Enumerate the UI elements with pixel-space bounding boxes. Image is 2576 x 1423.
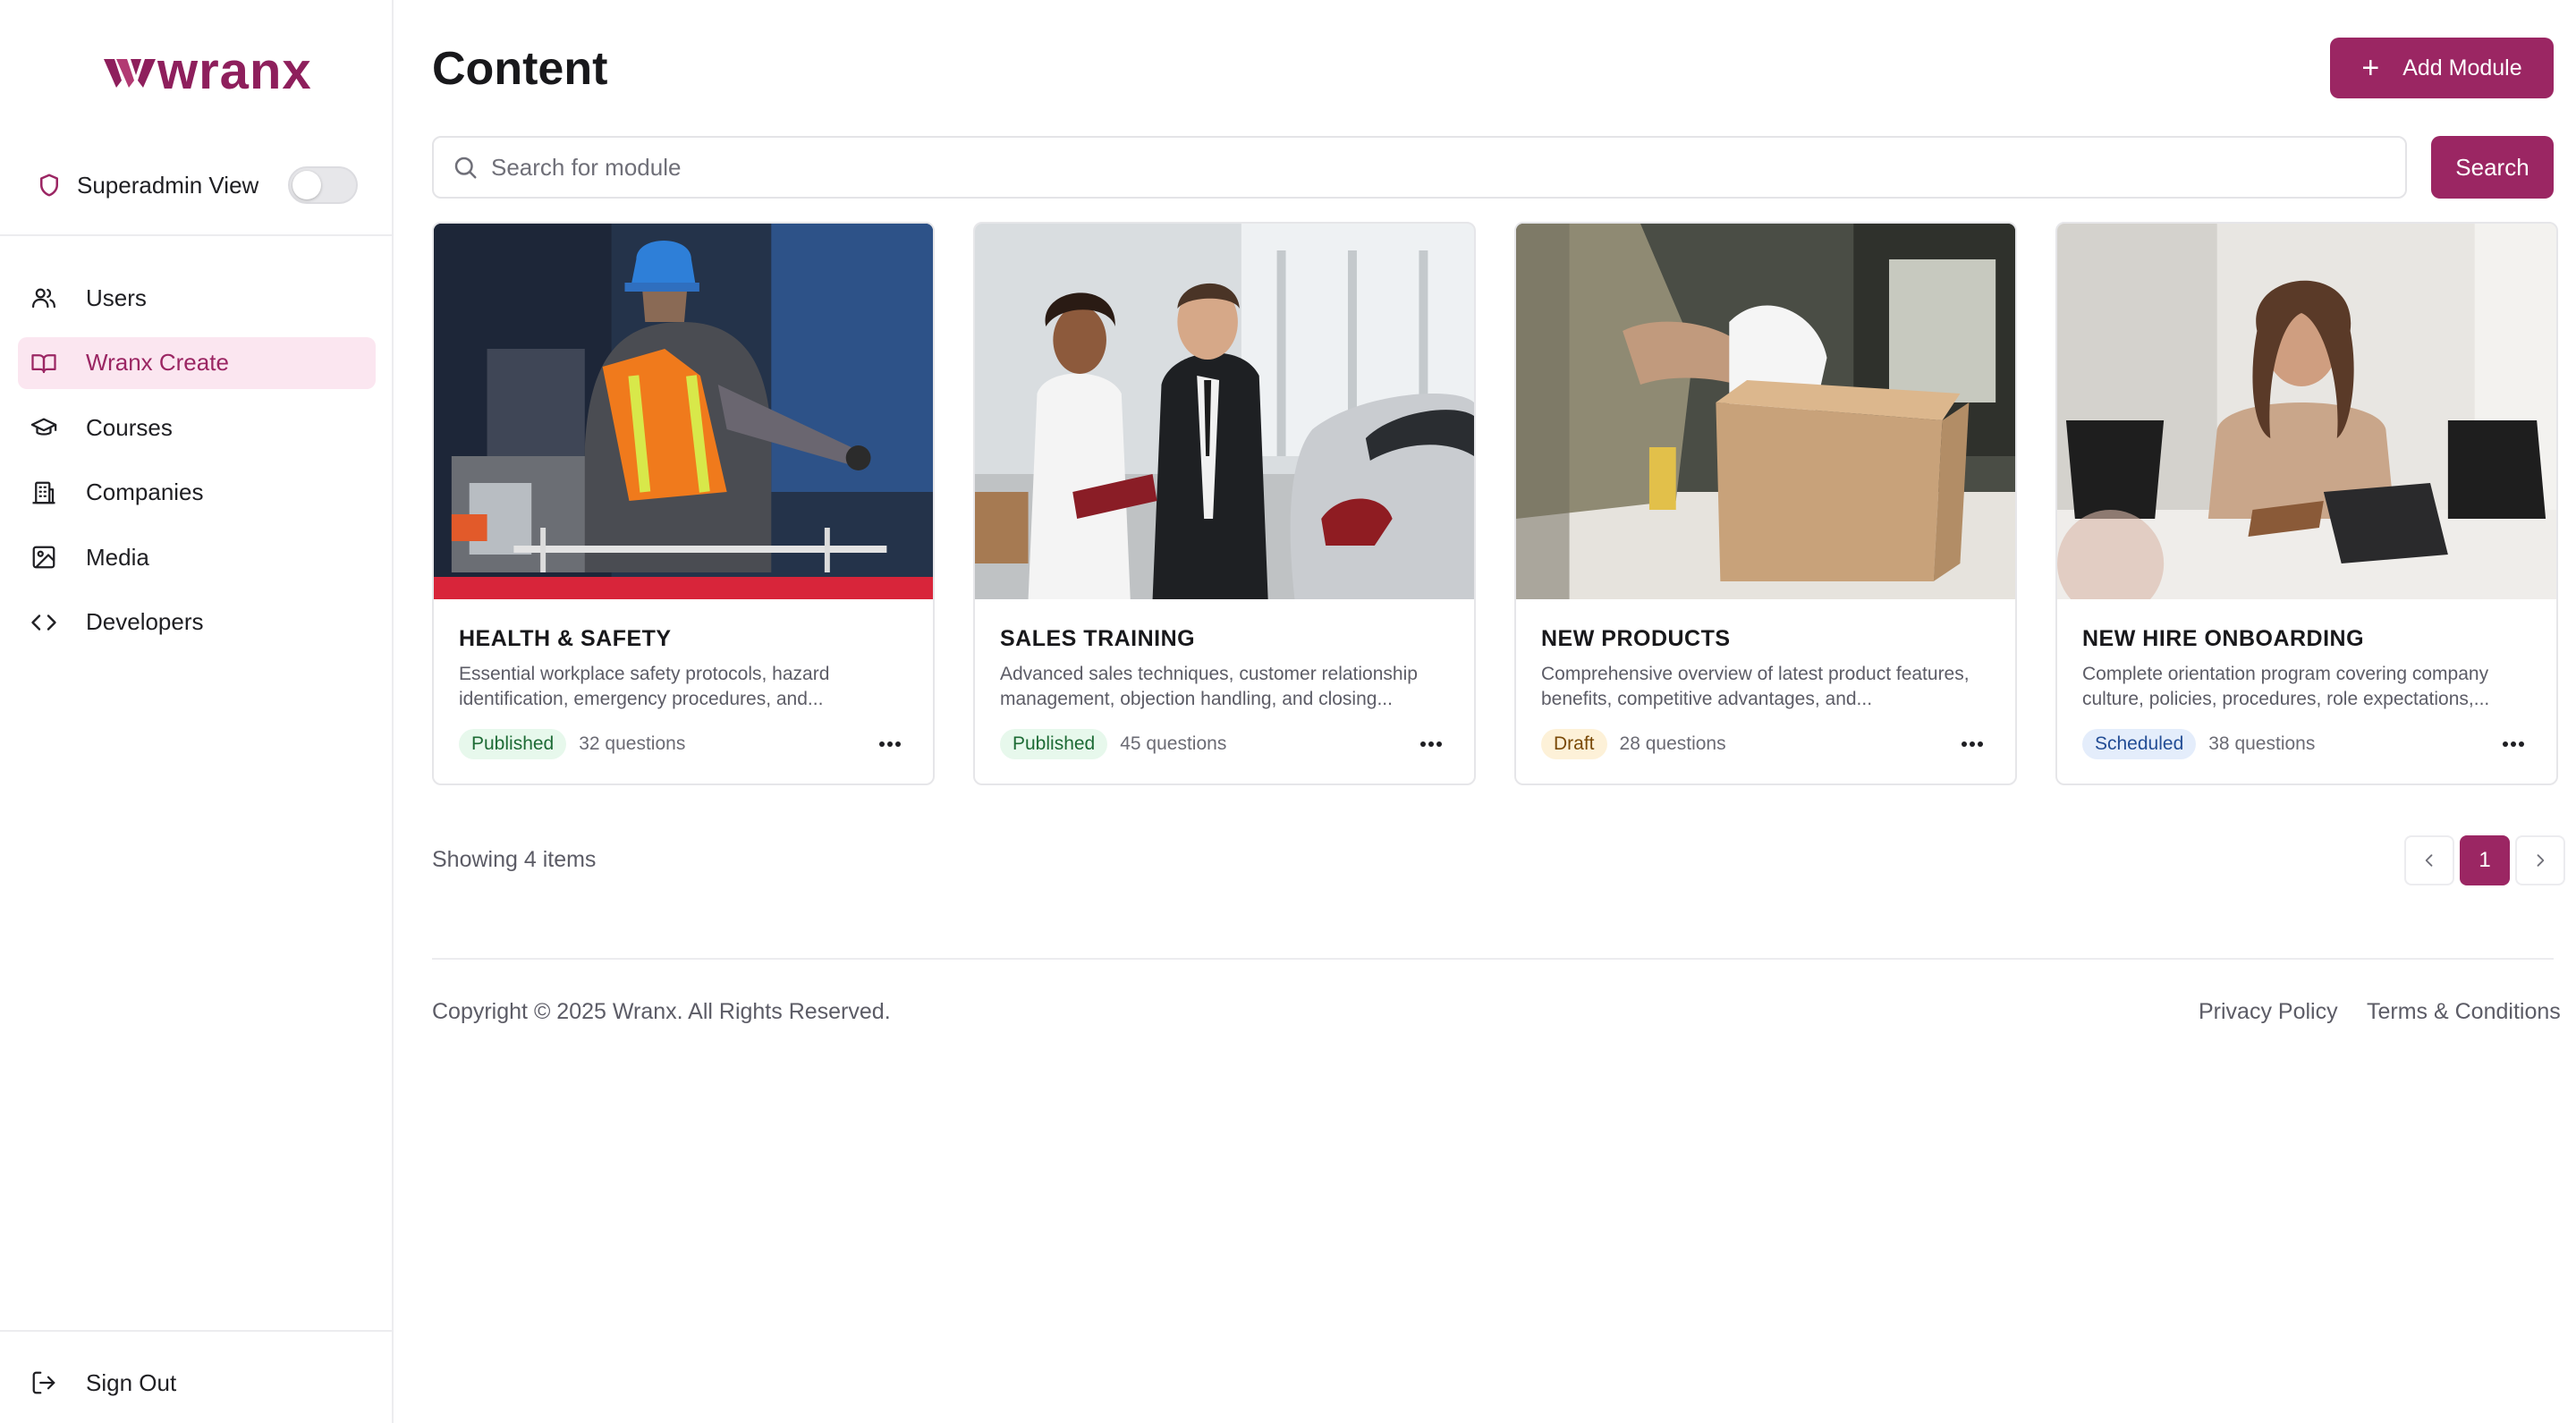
sidebar-item-label: Companies xyxy=(86,479,204,505)
search-button[interactable]: Search xyxy=(2431,136,2554,199)
status-badge: Published xyxy=(459,729,567,759)
superadmin-view-label: Superadmin View xyxy=(77,171,259,199)
module-thumbnail xyxy=(975,224,1474,599)
more-options-icon[interactable] xyxy=(2496,728,2531,760)
sidebar-nav: Users Wranx Create Courses Companies Med… xyxy=(18,272,376,661)
pagination-page-current[interactable]: 1 xyxy=(2460,835,2510,885)
page-title: Content xyxy=(432,43,608,95)
more-options-icon[interactable] xyxy=(872,728,908,760)
search-bar xyxy=(432,136,2407,199)
toggle-knob xyxy=(292,171,321,199)
add-module-button[interactable]: + Add Module xyxy=(2330,38,2554,98)
module-thumbnail xyxy=(434,224,933,599)
search-input[interactable] xyxy=(491,153,2369,182)
sidebar-item-label: Courses xyxy=(86,413,173,441)
sidebar-divider-top xyxy=(0,234,394,236)
more-options-icon[interactable] xyxy=(1413,728,1449,760)
terms-conditions-link[interactable]: Terms & Conditions xyxy=(2367,996,2561,1027)
copyright-text: Copyright © 2025 Wranx. All Rights Reser… xyxy=(432,999,891,1024)
superadmin-view-row: Superadmin View xyxy=(36,165,358,206)
module-thumbnail xyxy=(2057,224,2556,599)
sidebar-item-wranx-create[interactable]: Wranx Create xyxy=(18,336,376,389)
sidebar-item-users[interactable]: Users xyxy=(18,272,376,324)
sidebar-item-label: Wranx Create xyxy=(86,349,229,376)
module-card-health-safety[interactable]: HEALTH & SAFETY Essential workplace safe… xyxy=(432,222,935,785)
module-description: Essential workplace safety protocols, ha… xyxy=(459,664,830,709)
image-icon xyxy=(30,544,57,571)
add-module-label: Add Module xyxy=(2402,55,2522,80)
log-out-icon xyxy=(30,1369,57,1396)
wranx-logo-mark-icon xyxy=(104,59,156,88)
logo-wordmark: wranx xyxy=(157,42,312,100)
module-description: Complete orientation program covering co… xyxy=(2082,664,2490,709)
module-title: HEALTH & SAFETY xyxy=(459,626,672,651)
pagination-previous-button[interactable] xyxy=(2404,835,2454,885)
question-count: 28 questions xyxy=(1619,733,1726,754)
users-icon xyxy=(30,284,57,311)
module-title: NEW PRODUCTS xyxy=(1541,626,1731,651)
question-count: 45 questions xyxy=(1120,733,1227,754)
graduation-cap-icon xyxy=(30,414,57,441)
module-title: SALES TRAINING xyxy=(1000,626,1196,651)
module-card-new-products[interactable]: NEW PRODUCTS Comprehensive overview of l… xyxy=(1514,222,2017,785)
status-badge: Scheduled xyxy=(2082,729,2197,759)
question-count: 38 questions xyxy=(2208,733,2316,754)
status-badge: Published xyxy=(1000,729,1108,759)
search-icon xyxy=(454,157,477,179)
wranx-logo[interactable]: wranx xyxy=(104,42,312,100)
items-count-label: Showing 4 items xyxy=(432,847,597,872)
book-open-icon xyxy=(30,350,57,377)
chevron-right-icon xyxy=(2537,854,2545,867)
sign-out-button[interactable]: Sign Out xyxy=(30,1359,176,1406)
module-grid: HEALTH & SAFETY Essential workplace safe… xyxy=(432,222,2558,785)
privacy-policy-link[interactable]: Privacy Policy xyxy=(2199,996,2338,1027)
module-card-new-hire-onboarding[interactable]: NEW HIRE ONBOARDING Complete orientation… xyxy=(2055,222,2558,785)
module-card-sales-training[interactable]: SALES TRAINING Advanced sales techniques… xyxy=(973,222,1476,785)
more-options-icon[interactable] xyxy=(1954,728,1990,760)
module-title: NEW HIRE ONBOARDING xyxy=(2082,626,2365,651)
sidebar-item-label: Users xyxy=(86,284,147,311)
sidebar-item-courses[interactable]: Courses xyxy=(18,402,376,453)
sign-out-label: Sign Out xyxy=(86,1368,177,1396)
superadmin-view-toggle[interactable] xyxy=(288,166,358,204)
sidebar: wranx Superadmin View Users Wranx Create… xyxy=(0,0,394,1423)
shield-icon xyxy=(40,174,58,197)
footer-divider xyxy=(432,958,2554,960)
chevron-left-icon xyxy=(2425,854,2433,867)
module-thumbnail xyxy=(1516,224,2015,599)
sidebar-divider-bottom xyxy=(0,1330,394,1332)
sidebar-item-label: Media xyxy=(86,543,149,571)
sidebar-item-label: Developers xyxy=(86,608,204,635)
pagination-next-button[interactable] xyxy=(2515,835,2565,885)
sidebar-item-developers[interactable]: Developers xyxy=(18,597,376,648)
module-description: Advanced sales techniques, customer rela… xyxy=(1000,664,1418,709)
plus-icon: + xyxy=(2361,51,2380,85)
module-description: Comprehensive overview of latest product… xyxy=(1541,664,1970,709)
sidebar-item-companies[interactable]: Companies xyxy=(18,467,376,519)
sidebar-item-media[interactable]: Media xyxy=(18,531,376,583)
status-badge: Draft xyxy=(1541,729,1607,759)
code-icon xyxy=(30,609,57,636)
building-icon xyxy=(30,479,57,506)
question-count: 32 questions xyxy=(579,733,686,754)
